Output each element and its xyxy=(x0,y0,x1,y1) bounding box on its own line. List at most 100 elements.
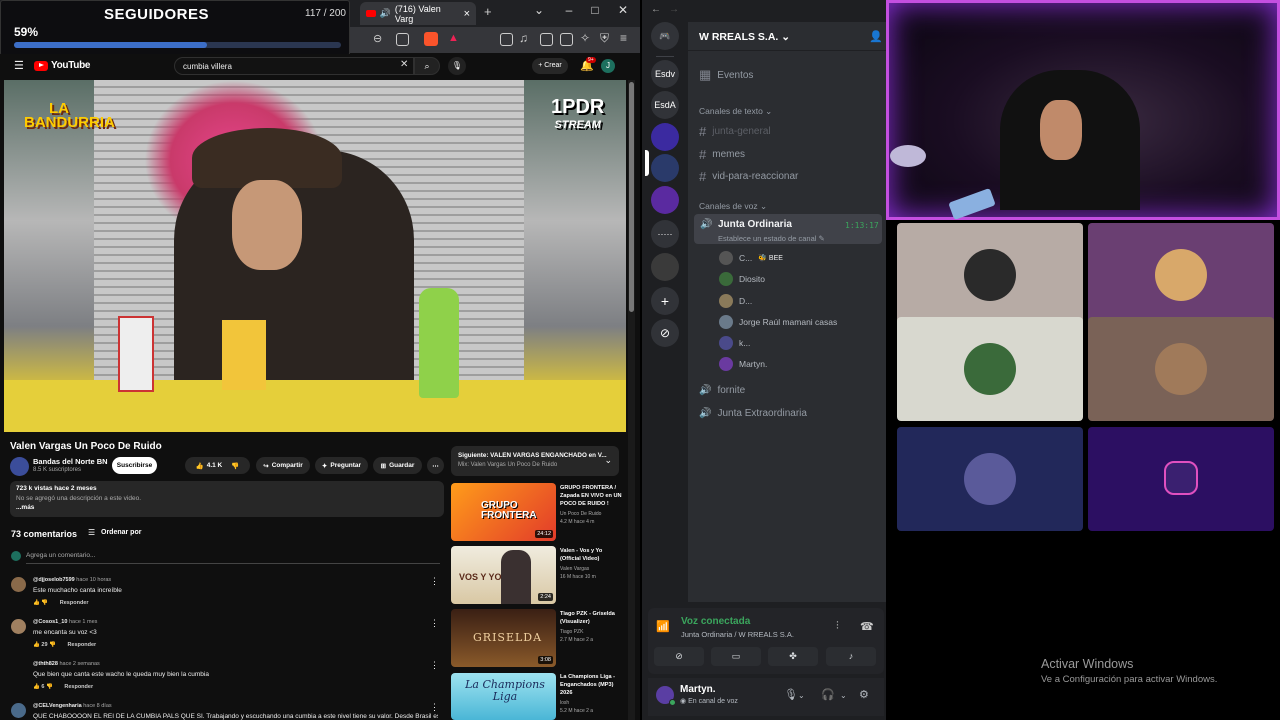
dislike-icon[interactable]: 👎 xyxy=(41,600,48,606)
voice-tile[interactable] xyxy=(897,427,1083,531)
voice-connected-subtitle[interactable]: Junta Ordinaria / W RREALS S.A. xyxy=(681,630,794,639)
share-button[interactable]: ↪ Compartir xyxy=(256,457,310,474)
brave-shield-icon[interactable] xyxy=(424,32,438,46)
server-name[interactable]: W RREALS S.A. ⌄ xyxy=(699,31,790,43)
voice-tile[interactable] xyxy=(897,317,1083,421)
menu-icon[interactable]: ≡ xyxy=(620,31,627,45)
commenter-avatar[interactable] xyxy=(11,703,26,718)
voice-tile[interactable] xyxy=(897,223,1083,327)
suggestion-title[interactable]: La Champions Liga - Enganchados (MP3) 20… xyxy=(560,673,622,697)
explore-servers-icon[interactable]: ⊘ xyxy=(651,319,679,347)
voice-channel-fornite[interactable]: 🔊 fornite xyxy=(699,385,745,396)
close-tab-icon[interactable]: × xyxy=(464,8,470,20)
suggestion-channel[interactable]: Valen Vargas xyxy=(560,566,589,572)
server-twitch[interactable] xyxy=(651,186,679,214)
subscribe-button[interactable]: Suscribirse xyxy=(112,457,157,474)
suggestion-title[interactable]: Valen - Vos y Yo (Official Video) xyxy=(560,547,622,563)
like-icon[interactable]: 👍 xyxy=(33,600,40,606)
description-box[interactable]: 723 k vistas hace 2 meses No se agregó u… xyxy=(10,481,444,517)
vpn-shield-icon[interactable]: ⛨ xyxy=(600,31,609,46)
comment-menu-icon[interactable]: ⋮ xyxy=(430,660,439,671)
comment-menu-icon[interactable]: ⋮ xyxy=(430,576,439,587)
voice-tile[interactable] xyxy=(1088,317,1274,421)
voice-channels-category[interactable]: Canales de voz ⌄ xyxy=(699,201,767,212)
reply-button[interactable]: Responder xyxy=(67,642,96,648)
maximize-icon[interactable]: □ xyxy=(584,3,606,17)
suggestion-channel[interactable]: Tiago PZK xyxy=(560,629,583,635)
set-channel-status[interactable]: Establece un estado de canal ✎ xyxy=(718,234,825,243)
voice-channel-extraordinaria[interactable]: 🔊 Junta Extraordinaria xyxy=(699,408,807,419)
voice-user[interactable]: k... xyxy=(719,336,750,350)
voice-tile[interactable] xyxy=(1088,223,1274,327)
suggestion-channel[interactable]: losh xyxy=(560,700,569,706)
text-channels-category[interactable]: Canales de texto ⌄ xyxy=(699,106,772,117)
voice-user[interactable]: C... 🐝 BEE xyxy=(719,251,783,265)
voice-search-button[interactable]: 🎙 xyxy=(448,57,466,75)
channel-junta-general[interactable]: # junta-general xyxy=(699,124,771,139)
sort-button[interactable]: Ordenar por xyxy=(101,529,141,536)
account-avatar[interactable]: J xyxy=(601,59,615,73)
cast-icon[interactable] xyxy=(396,33,409,46)
comment-menu-icon[interactable]: ⋮ xyxy=(430,618,439,629)
like-icon[interactable]: 👍 xyxy=(33,684,40,690)
reply-button[interactable]: Responder xyxy=(60,600,89,606)
channel-avatar[interactable] xyxy=(10,457,29,476)
chevron-down-icon[interactable]: ⌄ xyxy=(798,691,805,700)
noise-suppression-icon[interactable]: ⫶ xyxy=(836,620,839,633)
chevron-down-icon[interactable]: ⌄ xyxy=(604,455,612,466)
brave-rewards-icon[interactable]: ▲ xyxy=(448,32,459,44)
like-icon[interactable]: 👍 xyxy=(33,642,40,648)
browser-tab[interactable]: 🔊 (716) Valen Varg × xyxy=(360,2,476,25)
camera-off-icon[interactable]: ⊘ xyxy=(654,647,704,666)
sort-icon[interactable]: ☰ xyxy=(88,528,95,537)
search-button[interactable]: ⌕ xyxy=(414,57,440,75)
invite-people-icon[interactable]: 👤 xyxy=(869,30,883,43)
voice-user[interactable]: Martyn. xyxy=(719,357,767,371)
channel-name[interactable]: Bandas del Norte BN xyxy=(33,457,108,466)
screen-share-icon[interactable]: ▭ xyxy=(711,647,761,666)
add-server-icon[interactable]: + xyxy=(651,287,679,315)
comment-user[interactable]: @djjoselob7599 xyxy=(33,577,75,583)
suggestion-thumbnail[interactable]: GRUPO FRONTERA 24:12 xyxy=(451,483,556,541)
close-window-icon[interactable]: ✕ xyxy=(612,3,634,17)
voice-connected-title[interactable]: Voz conectada xyxy=(681,616,750,627)
events-item[interactable]: ▦ Eventos xyxy=(699,67,753,83)
comment-user[interactable]: @Cosos1_10 xyxy=(33,619,67,625)
sidebar-icon[interactable] xyxy=(540,33,553,46)
voice-tile[interactable] xyxy=(1088,427,1274,531)
voice-user[interactable]: Diosito xyxy=(719,272,765,286)
disconnect-icon[interactable]: ☎ xyxy=(860,620,874,633)
new-tab-icon[interactable]: + xyxy=(484,4,492,19)
server-esda[interactable]: EsdA xyxy=(651,91,679,119)
server-esdv[interactable]: Esdv xyxy=(651,60,679,88)
zoom-icon[interactable]: ⊖ xyxy=(373,32,382,45)
server-w-rreals-active[interactable] xyxy=(651,154,679,182)
voice-user[interactable]: D... xyxy=(719,294,752,308)
minimize-icon[interactable]: – xyxy=(558,3,580,17)
voice-user[interactable]: Jorge Raúl mamani casas xyxy=(719,315,837,329)
save-button[interactable]: ⊞ Guardar xyxy=(373,457,422,474)
like-dislike-button[interactable]: 👍 4.1 K 👎 xyxy=(185,457,250,474)
discord-home-icon[interactable]: 🎮 xyxy=(651,22,679,50)
create-button[interactable]: + Crear xyxy=(532,58,568,74)
forward-arrow-icon[interactable]: → xyxy=(669,4,679,15)
soundboard-icon[interactable]: ♪ xyxy=(826,647,876,666)
commenter-avatar[interactable] xyxy=(11,619,26,634)
back-arrow-icon[interactable]: ← xyxy=(651,4,661,15)
server-m[interactable] xyxy=(651,253,679,281)
server-folder[interactable]: ····· xyxy=(651,220,679,248)
commenter-avatar[interactable] xyxy=(11,577,26,592)
comment-user[interactable]: @CELVengenharia xyxy=(33,703,82,709)
suggestion-channel[interactable]: Un Poco De Ruido xyxy=(560,511,601,517)
suggestion-thumbnail[interactable]: VOS Y YO 2:24 xyxy=(451,546,556,604)
suggestion-thumbnail[interactable]: GRISELDA 3:08 xyxy=(451,609,556,667)
up-next-box[interactable]: Siguiente: VALEN VARGAS ENGANCHADO en V.… xyxy=(451,446,619,476)
comment-menu-icon[interactable]: ⋮ xyxy=(430,702,439,713)
wallet-icon[interactable] xyxy=(560,33,573,46)
search-input[interactable]: cumbia villera xyxy=(174,57,414,75)
chevron-down-icon[interactable]: ⌄ xyxy=(840,691,847,700)
dislike-icon[interactable]: 👎 xyxy=(49,642,56,648)
suggestion-thumbnail[interactable]: La Champions Liga xyxy=(451,673,556,720)
leo-ai-icon[interactable]: ✧ xyxy=(580,31,590,45)
ask-button[interactable]: ✦ Preguntar xyxy=(315,457,368,474)
